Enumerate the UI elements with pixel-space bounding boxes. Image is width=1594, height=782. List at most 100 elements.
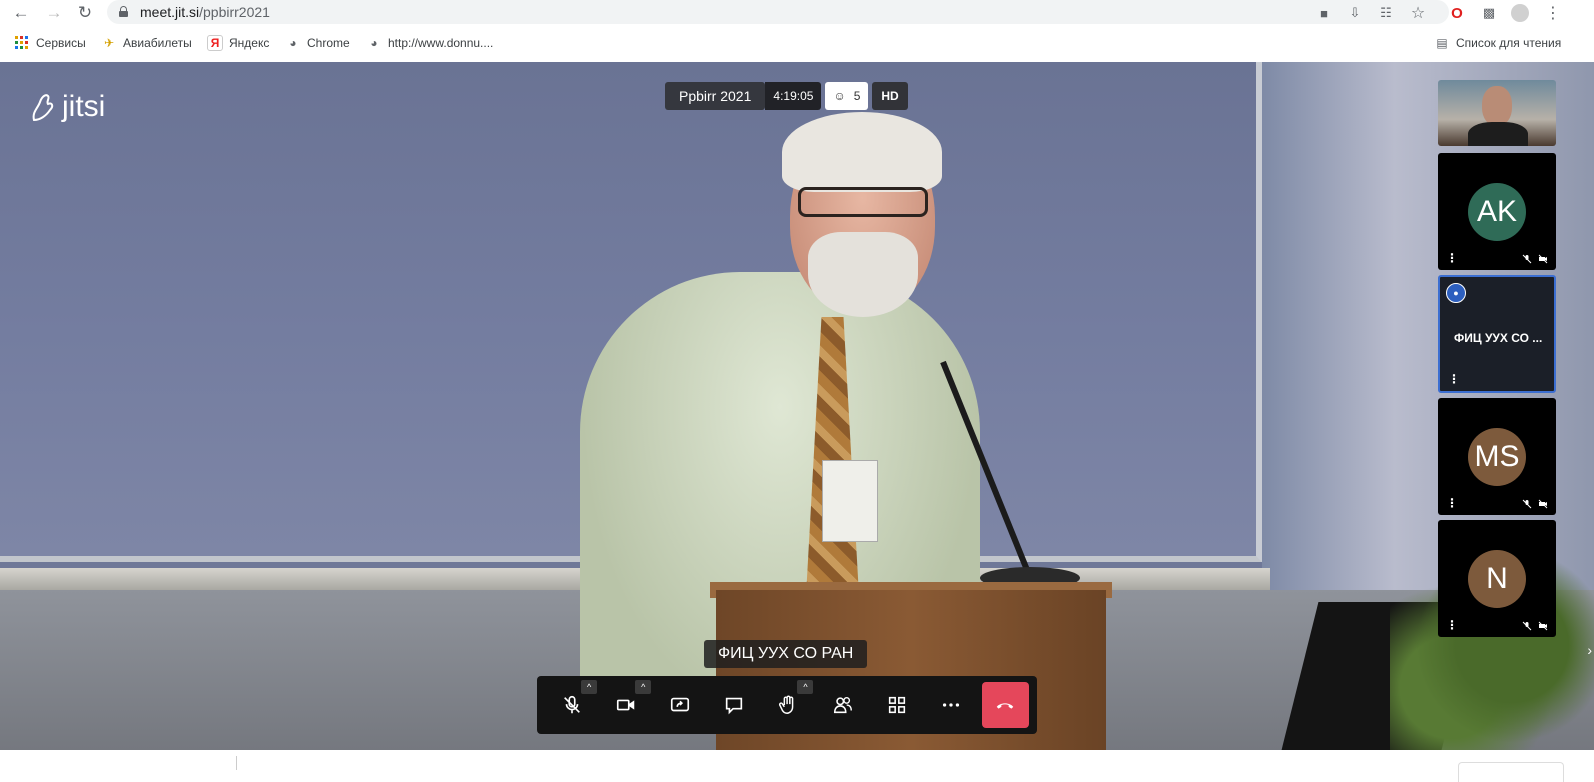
local-video-face — [1482, 86, 1512, 126]
subject-bar: Ppbirr 2021 4:19:05 ☺ 5 HD — [665, 82, 908, 110]
local-video-body — [1468, 122, 1528, 146]
participants-count-button[interactable]: ☺ 5 — [825, 82, 869, 110]
browser-toolbar: ← → ↻ meet.jit.si/ppbirr2021 ■ ⇩ ☷ ☆ O ▩… — [0, 0, 1594, 25]
reading-list[interactable]: ▤ Список для чтения — [1434, 35, 1561, 51]
thumbnail-menu-icon[interactable]: ⋮ — [1446, 497, 1458, 509]
yandex-icon: Я — [207, 35, 223, 51]
url-host: meet.jit.si — [140, 4, 200, 20]
bookmark-services[interactable]: Сервисы — [14, 35, 86, 51]
reactions-chevron-icon[interactable]: ^ — [797, 680, 814, 694]
tile-view-icon — [888, 696, 905, 714]
chat-icon — [726, 697, 743, 715]
camera-icon — [617, 699, 635, 711]
participants-icon — [833, 696, 852, 714]
meeting-toolbar: ^ ^ ^ — [537, 676, 1037, 734]
camera-off-icon — [1538, 499, 1548, 509]
jitsi-hand-icon — [32, 94, 54, 122]
thumbnail-menu-icon[interactable]: ⋮ — [1446, 619, 1458, 631]
reload-icon[interactable]: ↻ — [74, 2, 96, 24]
mic-settings-chevron-icon[interactable]: ^ — [581, 680, 598, 694]
profile-avatar-icon[interactable] — [1511, 4, 1529, 22]
bookmark-label: Chrome — [307, 36, 350, 50]
dominant-speaker-name: ФИЦ УУХ СО РАН — [704, 640, 868, 668]
more-dots-icon — [942, 703, 959, 707]
avatar-initials: MS — [1474, 440, 1520, 473]
bookmark-star-icon[interactable]: ☆ — [1409, 4, 1427, 22]
avatar: N — [1468, 550, 1526, 608]
plane-icon: ✈ — [103, 36, 115, 50]
bookmark-donnu[interactable]: ◕ http://www.donnu.... — [366, 35, 493, 51]
bookmark-label: Авиабилеты — [123, 36, 192, 50]
participant-thumbnail[interactable]: N ⋮ — [1438, 520, 1556, 637]
bookmark-label: Яндекс — [229, 36, 270, 50]
url-path: /ppbirr2021 — [199, 4, 270, 20]
extensions-puzzle-icon[interactable]: ▩ — [1480, 4, 1498, 22]
participants-button[interactable] — [815, 676, 869, 734]
mic-muted-icon — [1522, 254, 1532, 264]
bookmark-chrome[interactable]: ◕ Chrome — [285, 35, 350, 51]
avatar: AK — [1468, 183, 1526, 241]
thumbnail-menu-icon[interactable]: ⋮ — [1448, 373, 1460, 385]
avatar: MS — [1468, 428, 1526, 486]
logo-text: jitsi — [62, 90, 106, 123]
mic-muted-icon — [564, 695, 580, 714]
apps-grid-icon — [14, 35, 30, 51]
address-bar[interactable]: meet.jit.si/ppbirr2021 — [107, 0, 1449, 24]
tile-view-button[interactable] — [870, 676, 924, 734]
forward-icon[interactable]: → — [43, 2, 65, 24]
bookmarks-bar: Сервисы ✈ Авиабилеты Я Яндекс ◕ Chrome ◕… — [0, 31, 1594, 57]
download-shelf-item — [1458, 762, 1564, 782]
raise-hand-button[interactable]: ^ — [761, 676, 815, 734]
divider — [236, 756, 237, 770]
thumbnail-status-icons — [1522, 499, 1548, 509]
mic-muted-icon — [1522, 621, 1532, 631]
hangup-button[interactable] — [981, 682, 1029, 728]
filmstrip-toggle-chevron-icon[interactable]: › — [1587, 642, 1592, 658]
bookmark-yandex[interactable]: Я Яндекс — [207, 35, 269, 51]
camera-indicator-icon[interactable]: ■ — [1315, 4, 1333, 22]
camera-settings-chevron-icon[interactable]: ^ — [635, 680, 652, 694]
lock-icon — [119, 6, 128, 17]
participants-icon: ☺ — [833, 89, 846, 103]
camera-button[interactable]: ^ — [599, 676, 653, 734]
chat-button[interactable] — [707, 676, 761, 734]
jitsi-logo[interactable]: jitsi — [30, 90, 105, 124]
thumbnail-status-icons — [1522, 254, 1548, 264]
more-actions-button[interactable] — [924, 676, 978, 734]
globe-icon: ◕ — [289, 36, 297, 50]
local-video-thumbnail[interactable] — [1438, 80, 1556, 146]
meeting-timer: 4:19:05 — [765, 82, 822, 110]
video-quality-label[interactable]: HD — [872, 82, 908, 110]
back-icon[interactable]: ← — [10, 2, 32, 24]
bookmark-avia[interactable]: ✈ Авиабилеты — [101, 35, 192, 51]
participant-thumbnail[interactable]: MS ⋮ — [1438, 398, 1556, 515]
avatar-initials: N — [1486, 562, 1508, 595]
reading-list-icon: ▤ — [1436, 36, 1448, 50]
globe-icon: ◕ — [370, 36, 378, 50]
thumbnail-menu-icon[interactable]: ⋮ — [1446, 252, 1458, 264]
mic-muted-icon — [1522, 499, 1532, 509]
reading-list-label: Список для чтения — [1456, 36, 1562, 50]
install-icon[interactable]: ⇩ — [1346, 4, 1364, 22]
thumbnail-status-icons — [1522, 621, 1548, 631]
opera-extension-icon[interactable]: O — [1448, 4, 1466, 22]
bookmark-label: Сервисы — [36, 36, 86, 50]
microphone-button[interactable]: ^ — [545, 676, 599, 734]
translate-icon[interactable]: ☷ — [1377, 4, 1395, 22]
dominant-speaker-thumbnail[interactable]: ● ФИЦ УУХ СО ... ⋮ — [1438, 275, 1556, 393]
camera-off-icon — [1538, 621, 1548, 631]
participant-thumbnail[interactable]: AK ⋮ — [1438, 153, 1556, 270]
participants-count: 5 — [853, 89, 861, 103]
raise-hand-icon — [779, 695, 794, 714]
menu-kebab-icon[interactable]: ⋮ — [1544, 4, 1562, 22]
hangup-icon — [997, 703, 1014, 709]
large-video[interactable]: jitsi Ppbirr 2021 4:19:05 ☺ 5 HD ФИЦ УУХ… — [0, 62, 1594, 750]
camera-off-icon — [1538, 254, 1548, 264]
dominant-speaker-icon: ● — [1446, 283, 1466, 303]
bookmark-label: http://www.donnu.... — [388, 36, 494, 50]
thumbnail-name: ФИЦ УУХ СО ... — [1454, 331, 1543, 345]
browser-bottom-area — [0, 750, 1594, 782]
share-screen-button[interactable] — [653, 676, 707, 734]
meeting-subject: Ppbirr 2021 — [665, 82, 766, 110]
avatar-initials: AK — [1476, 195, 1518, 228]
